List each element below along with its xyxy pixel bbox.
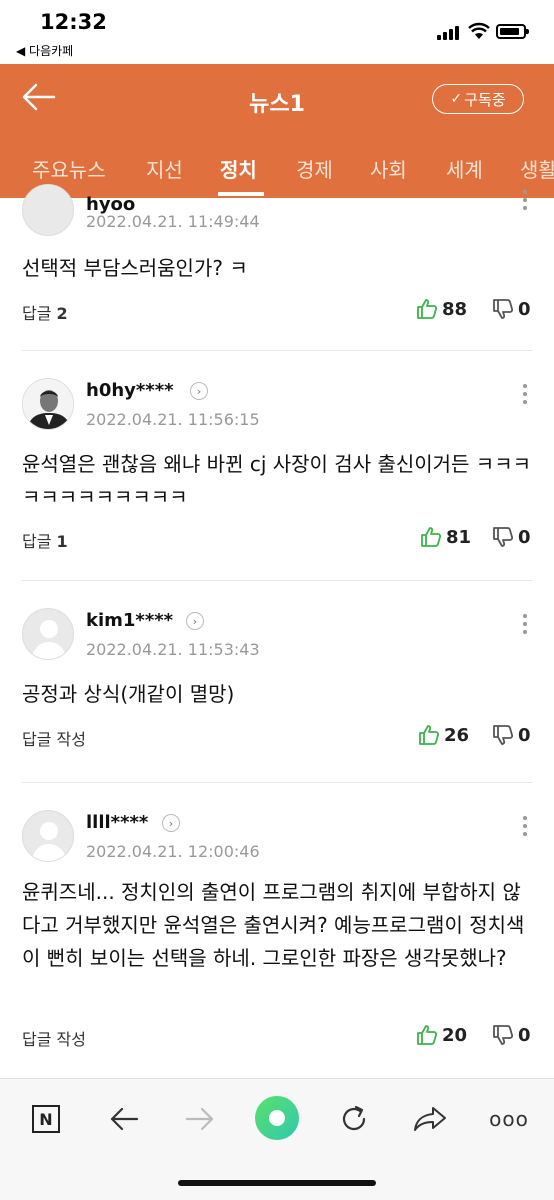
comment-body: 윤석열은 괜찮음 왜냐 바뀐 cj 사장이 검사 출신이거든 ㅋㅋㅋㅋㅋㅋㅋㅋㅋ… <box>22 452 532 509</box>
share-icon <box>414 1107 446 1131</box>
comment-date: 2022.04.21. 11:56:15 <box>86 410 260 429</box>
comment-body: 선택적 부담스러움인가? ㅋ <box>22 256 248 280</box>
comment-body: 윤퀴즈네... 정치인의 출연이 프로그램의 취지에 부합하지 않다고 거부했지… <box>22 880 525 970</box>
reply-label: 답글 작성 <box>22 730 86 749</box>
thumbs-down-icon <box>493 527 514 547</box>
subscribe-button[interactable]: ✓ 구독중 <box>432 84 524 114</box>
comment-username[interactable]: kim1**** <box>86 610 173 631</box>
thumbs-down-icon <box>493 299 514 319</box>
comment-username[interactable]: h0hy**** <box>86 380 174 401</box>
comment-item: h0hy**** › 2022.04.21. 11:56:15 윤석열은 괜찮음… <box>22 350 532 580</box>
comment-date: 2022.04.21. 12:00:46 <box>86 842 260 861</box>
dislike-count: 0 <box>518 1024 531 1046</box>
dislike-button[interactable]: 0 <box>492 526 531 548</box>
naver-home-button[interactable]: N <box>26 1099 66 1139</box>
like-button[interactable]: 81 <box>420 526 471 548</box>
more-menu-button[interactable]: ooo <box>484 1099 534 1139</box>
reply-button[interactable]: 답글 2 <box>22 300 68 324</box>
refresh-button[interactable] <box>334 1099 374 1139</box>
status-time: 12:32 <box>40 10 107 34</box>
reply-label: 답글 <box>22 304 52 323</box>
refresh-icon <box>342 1105 366 1131</box>
comment-username[interactable]: llll**** <box>86 812 148 833</box>
more-options-icon[interactable] <box>522 384 528 406</box>
thumbs-up-icon <box>417 1025 438 1045</box>
naver-n-icon: N <box>32 1105 60 1133</box>
check-icon: ✓ <box>450 91 463 107</box>
forward-arrow-icon <box>185 1107 214 1131</box>
dislike-button[interactable]: 0 <box>492 724 531 746</box>
default-avatar-icon <box>31 620 67 659</box>
avatar[interactable] <box>22 184 74 236</box>
comment-date: 2022.04.21. 11:53:43 <box>86 640 260 659</box>
comment-item: llll**** › 2022.04.21. 12:00:46 윤퀴즈네... … <box>22 782 532 1072</box>
like-button[interactable]: 88 <box>416 298 467 320</box>
like-count: 26 <box>444 724 470 746</box>
chevron-right-icon[interactable]: › <box>186 612 204 630</box>
chevron-right-icon[interactable]: › <box>162 814 180 832</box>
dislike-count: 0 <box>518 724 531 746</box>
wifi-icon <box>468 22 490 39</box>
back-to-app-link[interactable]: ◀ 다음카페 <box>16 42 73 59</box>
avatar[interactable] <box>22 378 74 430</box>
dislike-button[interactable]: 0 <box>492 1024 531 1046</box>
thumbs-up-icon <box>421 527 442 547</box>
like-button[interactable]: 20 <box>416 1024 467 1046</box>
reply-count: 1 <box>56 532 68 551</box>
battery-icon <box>496 24 529 39</box>
more-options-icon[interactable] <box>522 614 528 636</box>
like-count: 88 <box>442 298 468 320</box>
green-circle-icon <box>255 1096 299 1140</box>
comment-date: 2022.04.21. 11:49:44 <box>86 212 260 231</box>
subscribe-label: 구독중 <box>464 90 506 109</box>
thumbs-down-icon <box>493 1025 514 1045</box>
more-options-icon[interactable] <box>522 190 528 212</box>
back-arrow-icon <box>110 1107 139 1131</box>
avatar[interactable] <box>22 810 74 862</box>
status-bar: 12:32 ◀ 다음카페 <box>0 0 554 64</box>
default-avatar-icon <box>31 822 67 861</box>
share-button[interactable] <box>410 1099 450 1139</box>
cellular-signal-icon <box>437 26 461 40</box>
dislike-count: 0 <box>518 298 531 320</box>
comment-body: 공정과 상식(개같이 멸망) <box>22 682 235 706</box>
reply-label: 답글 <box>22 532 52 551</box>
like-count: 81 <box>446 526 472 548</box>
user-photo-icon <box>23 379 73 429</box>
thumbs-down-icon <box>493 725 514 745</box>
thumbs-up-icon <box>417 299 438 319</box>
reply-label: 답글 작성 <box>22 1030 86 1049</box>
reply-button[interactable]: 답글 작성 <box>22 726 86 750</box>
avatar[interactable] <box>22 608 74 660</box>
like-count: 20 <box>442 1024 468 1046</box>
chevron-right-icon[interactable]: › <box>190 382 208 400</box>
more-dots-icon: ooo <box>489 1107 529 1131</box>
comment-item: kim1**** › 2022.04.21. 11:53:43 공정과 상식(개… <box>22 580 532 782</box>
reply-button[interactable]: 답글 작성 <box>22 1026 86 1050</box>
comment-item: hyoo 2022.04.21. 11:49:44 선택적 부담스러움인가? ㅋ… <box>22 160 532 350</box>
dislike-count: 0 <box>518 526 531 548</box>
back-button[interactable] <box>104 1099 144 1139</box>
dislike-button[interactable]: 0 <box>492 298 531 320</box>
home-indicator <box>178 1180 376 1186</box>
thumbs-up-icon <box>419 725 440 745</box>
like-button[interactable]: 26 <box>418 724 469 746</box>
green-dot-button[interactable] <box>254 1095 300 1141</box>
reply-count: 2 <box>56 304 68 323</box>
reply-button[interactable]: 답글 1 <box>22 528 68 552</box>
more-options-icon[interactable] <box>522 816 528 838</box>
forward-button[interactable] <box>180 1099 220 1139</box>
